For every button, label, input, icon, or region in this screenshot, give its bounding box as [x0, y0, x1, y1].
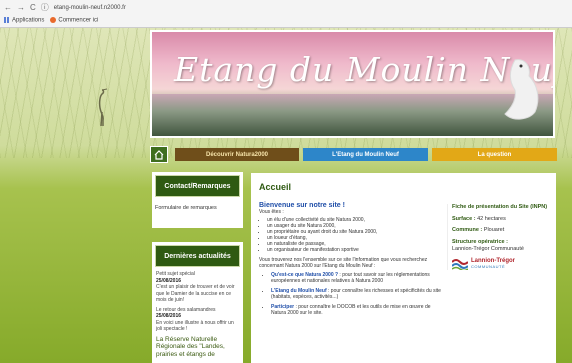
news-item-text: C'est un plaisir de trouver et de voir q…	[156, 284, 235, 303]
structure-value: Lannion-Trégor Communauté	[452, 246, 524, 252]
header-banner: Etang du Moulin Neuf	[150, 30, 555, 138]
contact-form-link[interactable]: Formulaire de remarques	[152, 197, 243, 211]
contact-box-title: Contact/Remarques	[155, 175, 240, 197]
intro-paragraph: Vous trouverez nos l'ensemble sur ce sit…	[259, 257, 428, 269]
menu-decouvrir-natura2000[interactable]: Découvrir Natura2000	[175, 148, 299, 161]
news-box: Dernières actualités Petit sujet spécial…	[152, 242, 243, 363]
reload-button[interactable]: C	[30, 3, 36, 13]
news-list: Petit sujet spécial 25/08/2016 C'est un …	[152, 267, 243, 358]
otter-illustration	[504, 59, 539, 120]
intro-column: Vous êtes : un élu d'une collectivité du…	[259, 209, 441, 320]
bookmark-apps[interactable]: Applications	[4, 16, 45, 24]
roles-list: un élu d'une collectivité du site Natura…	[267, 217, 441, 253]
link-item[interactable]: Qu'est-ce que Natura 2000 ? : pour tout …	[271, 272, 441, 284]
site-info-panel: Fiche de présentation du Site (INPN) Sur…	[447, 204, 553, 270]
link-item[interactable]: Participer : pour connaître le DOCOB et …	[271, 304, 441, 316]
bookmark-start[interactable]: Commencer ici	[50, 16, 99, 24]
home-button[interactable]	[150, 146, 168, 163]
back-button[interactable]: ←	[4, 3, 12, 13]
news-box-title: Dernières actualités	[155, 245, 240, 267]
surface-value: 42 hectares	[477, 215, 506, 222]
apps-icon	[4, 16, 10, 23]
forward-button[interactable]: →	[17, 3, 25, 13]
address-bar[interactable]: etang-moulin-neuf.n2000.fr	[54, 5, 126, 11]
commune-label: Commune :	[452, 227, 483, 233]
browser-toolbar: ← → C ⓘ etang-moulin-neuf.n2000.fr Appli…	[0, 0, 572, 28]
bookmarks-bar: Applications Commencer ici	[4, 15, 98, 25]
intro-label: Vous êtes :	[259, 209, 284, 215]
role-item: un organisateur de manifestation sportiv…	[267, 247, 441, 253]
surface-label: Surface :	[452, 215, 476, 222]
link-description: : pour connaître le DOCOB et les outils …	[271, 304, 431, 316]
bookmark-apps-label: Applications	[12, 17, 45, 24]
news-item[interactable]: Petit sujet spécial 25/08/2016 C'est un …	[156, 271, 240, 304]
news-item[interactable]: Le retour des salamandres 25/08/2016 En …	[156, 307, 240, 333]
page-title: Accueil	[259, 182, 292, 192]
link-item[interactable]: L'Etang du Moulin Neuf : pour connaître …	[271, 288, 441, 300]
main-menu: Découvrir Natura2000 L'Etang du Moulin N…	[150, 146, 557, 163]
lannion-tregor-logo[interactable]: Lannion-Trégor COMMUNAUTÉ	[452, 258, 553, 271]
heron-illustration	[98, 88, 108, 126]
home-icon	[154, 149, 164, 160]
bookmark-icon	[50, 16, 57, 23]
commune-value: Plouaret	[483, 227, 505, 233]
main-content: Accueil Bienvenue sur notre site ! Vous …	[251, 173, 556, 363]
logo-waves-icon	[452, 258, 468, 270]
info-icon[interactable]: ⓘ	[41, 3, 49, 13]
logo-name: Lannion-Trégor	[471, 257, 515, 264]
browser-nav: ← → C ⓘ etang-moulin-neuf.n2000.fr	[4, 2, 126, 13]
menu-etang-moulin-neuf[interactable]: L'Etang du Moulin Neuf	[303, 148, 428, 161]
logo-subtitle: COMMUNAUTÉ	[471, 263, 506, 269]
section-links: Qu'est-ce que Natura 2000 ? : pour tout …	[271, 272, 441, 316]
contact-box: Contact/Remarques Formulaire de remarque…	[152, 172, 243, 228]
bookmark-start-label: Commencer ici	[58, 17, 99, 24]
fiche-link[interactable]: Fiche de présentation du Site (INPN)	[452, 204, 553, 211]
menu-la-question[interactable]: La question	[432, 148, 557, 161]
news-item-text: En voici une illustre à nous offrir un j…	[156, 319, 234, 333]
news-footer-text[interactable]: La Réserve Naturelle Régionale des "Land…	[156, 336, 240, 359]
structure-label: Structure opératrice :	[452, 238, 508, 245]
